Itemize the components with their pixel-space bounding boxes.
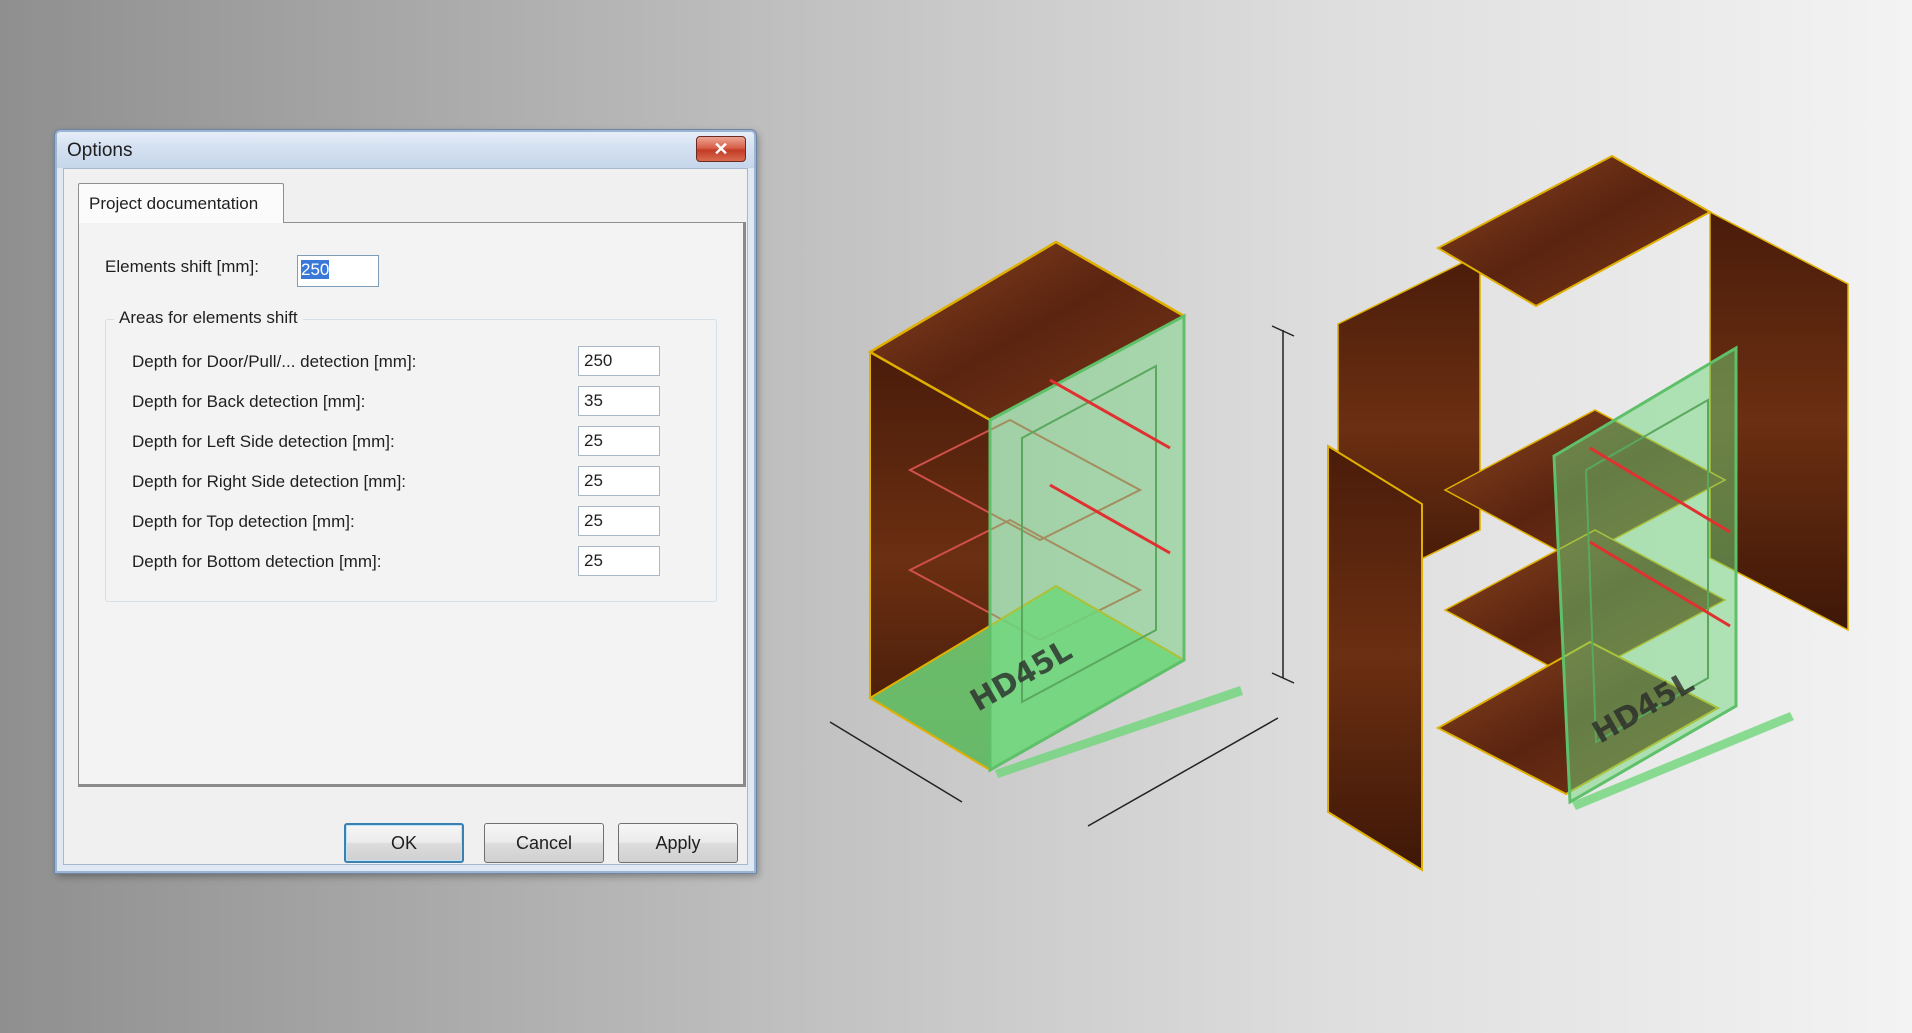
top-depth-input[interactable]: 25 bbox=[578, 506, 660, 536]
row-left-side-depth: Depth for Left Side detection [mm]: 25 bbox=[106, 426, 716, 460]
dialog-title: Options bbox=[67, 140, 133, 161]
ok-button[interactable]: OK bbox=[344, 823, 464, 863]
group-title: Areas for elements shift bbox=[114, 308, 303, 328]
right-side-depth-input[interactable]: 25 bbox=[578, 466, 660, 496]
dialog-client-area: Project documentation Elements shift [mm… bbox=[63, 168, 748, 865]
right-side-depth-label: Depth for Right Side detection [mm]: bbox=[132, 472, 407, 491]
left-side-depth-input[interactable]: 25 bbox=[578, 426, 660, 456]
back-depth-label: Depth for Back detection [mm]: bbox=[132, 392, 366, 411]
options-dialog: Options ✕ Project documentation Elements… bbox=[55, 130, 756, 873]
cabinet-illustration: HD45L HD45L bbox=[829, 154, 1849, 872]
row-door-pull-depth: Depth for Door/Pull/... detection [mm]: … bbox=[106, 346, 716, 380]
elements-shift-value: 250 bbox=[301, 260, 330, 279]
close-button[interactable]: ✕ bbox=[696, 136, 746, 162]
row-right-side-depth: Depth for Right Side detection [mm]: 25 bbox=[106, 466, 716, 500]
tab-panel: Elements shift [mm]: 250 Areas for eleme… bbox=[78, 222, 746, 787]
back-depth-input[interactable]: 35 bbox=[578, 386, 660, 416]
row-top-depth: Depth for Top detection [mm]: 25 bbox=[106, 506, 716, 540]
row-bottom-depth: Depth for Bottom detection [mm]: 25 bbox=[106, 546, 716, 580]
elements-shift-input[interactable]: 250 bbox=[297, 255, 379, 287]
tab-label: Project documentation bbox=[89, 194, 259, 213]
cancel-button[interactable]: Cancel bbox=[484, 823, 604, 863]
exploded-cabinet: HD45L bbox=[1327, 154, 1849, 872]
apply-button[interactable]: Apply bbox=[618, 823, 738, 863]
elements-shift-label: Elements shift [mm]: bbox=[105, 257, 259, 276]
exploded-left-side-panel bbox=[1327, 444, 1423, 872]
tab-project-documentation[interactable]: Project documentation bbox=[78, 183, 284, 223]
row-back-depth: Depth for Back detection [mm]: 35 bbox=[106, 386, 716, 420]
title-bar[interactable]: Options ✕ bbox=[57, 132, 754, 168]
door-pull-depth-label: Depth for Door/Pull/... detection [mm]: bbox=[132, 352, 417, 371]
assembled-cabinet: HD45L bbox=[829, 240, 1295, 827]
left-side-depth-label: Depth for Left Side detection [mm]: bbox=[132, 432, 395, 451]
close-icon: ✕ bbox=[713, 139, 729, 159]
top-depth-label: Depth for Top detection [mm]: bbox=[132, 512, 355, 531]
bottom-depth-label: Depth for Bottom detection [mm]: bbox=[132, 552, 382, 571]
door-pull-depth-input[interactable]: 250 bbox=[578, 346, 660, 376]
areas-group-box: Areas for elements shift Depth for Door/… bbox=[105, 308, 717, 602]
bottom-depth-input[interactable]: 25 bbox=[578, 546, 660, 576]
